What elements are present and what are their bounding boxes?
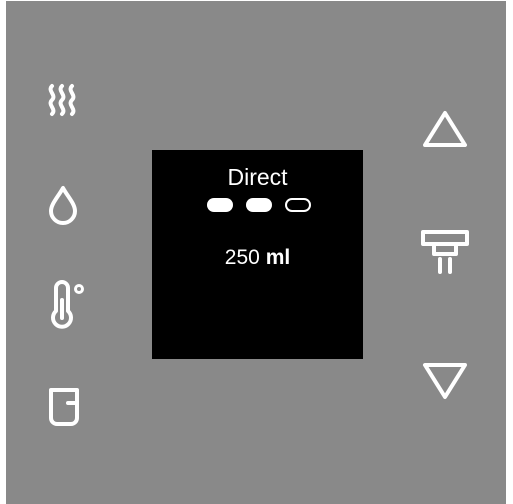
coffee-spout-icon [421,230,469,274]
triangle-down-icon [423,363,467,399]
strength-indicator [203,198,315,212]
volume-value: 250 [224,246,260,269]
up-button[interactable] [420,108,470,150]
thermometer-icon [51,280,84,329]
mode-label: Direct [227,164,288,190]
strength-level-2 [246,198,272,212]
brew-button[interactable] [418,226,472,276]
temperature-button[interactable] [46,280,90,330]
jug-icon [49,388,79,426]
hot-water-button[interactable] [46,184,80,226]
volume-unit: ml [265,246,291,269]
milk-jug-button[interactable] [46,386,84,428]
display-screen: Direct 250 ml [152,150,363,359]
steam-icon [48,84,76,116]
strength-level-3 [285,198,311,212]
steam-button[interactable] [44,80,80,120]
down-button[interactable] [420,360,470,402]
triangle-up-icon [423,111,467,147]
strength-level-1 [207,198,233,212]
water-drop-icon [49,186,77,225]
volume-readout: 250 ml [152,246,363,270]
